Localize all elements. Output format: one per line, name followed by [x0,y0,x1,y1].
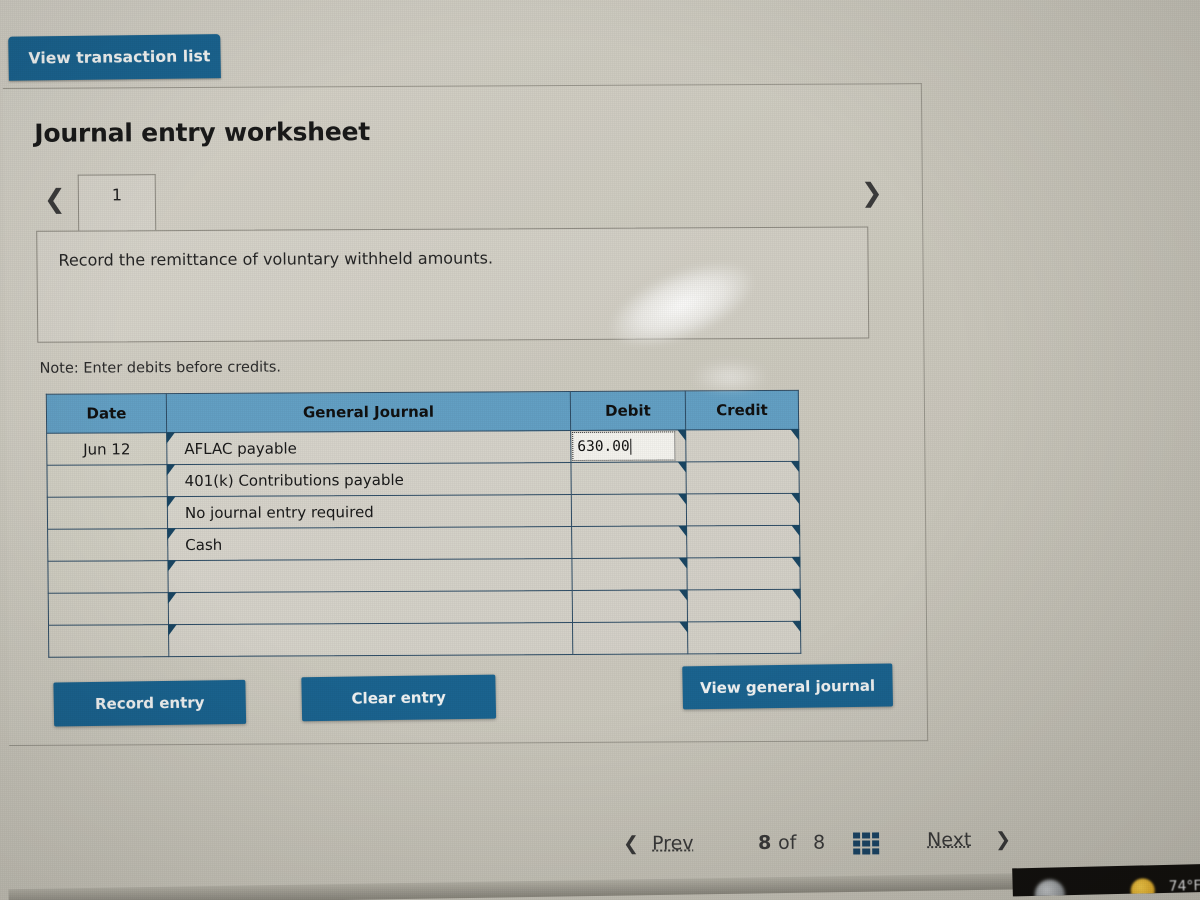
table-row: No journal entry required [47,493,800,530]
next-button[interactable]: Next [927,829,971,851]
cell-debit[interactable] [571,525,687,559]
view-transaction-list-label: View transaction list [28,47,211,68]
clear-entry-button[interactable]: Clear entry [301,674,497,722]
credit-picker-icon[interactable] [789,461,799,474]
prompt-text: Record the remittance of voluntary withh… [58,248,494,270]
note-text: Note: Enter debits before credits. [39,359,282,377]
current-page-number: 8 [758,831,772,855]
column-header-debit: Debit [570,390,686,431]
cell-account[interactable] [167,558,573,593]
cell-date[interactable] [47,528,168,562]
cell-date[interactable]: Jun 12 [46,432,167,466]
cell-date[interactable] [47,560,169,594]
table-row: Cash [47,525,800,562]
account-picker-icon[interactable] [166,464,176,477]
cell-account[interactable]: No journal entry required [167,494,572,529]
table-row [48,589,801,626]
chevron-right-icon[interactable]: ❯ [995,829,1011,851]
cell-date[interactable] [48,624,169,658]
page-of-label: of [778,831,797,854]
cell-credit[interactable] [685,429,799,462]
cell-account[interactable]: 401(k) Contributions payable [166,462,572,497]
credit-picker-icon[interactable] [791,621,801,634]
account-picker-icon[interactable] [168,624,178,637]
table-row: 401(k) Contributions payable [46,461,800,498]
screen-bottom-edge [8,873,1019,900]
cell-debit[interactable]: 630.00 [570,429,686,463]
chevron-left-icon[interactable]: ❮ [44,185,66,215]
cell-account-label: Cash [185,535,223,554]
view-general-journal-label: View general journal [700,676,876,697]
grid-3x3-icon[interactable] [853,832,880,855]
chevron-right-icon[interactable]: ❯ [861,178,883,208]
cell-debit[interactable] [571,557,688,591]
weather-cloud-icon [1034,879,1066,897]
table-row: Jun 12 AFLAC payable 630.00 [46,429,799,466]
credit-picker-icon[interactable] [790,493,800,506]
credit-picker-icon[interactable] [790,557,800,570]
worksheet-tabstrip: ❮ 1 ❯ [36,170,883,232]
photo-of-screen: View transaction list Journal entry work… [0,0,1200,900]
bottom-pagination: ❮ Prev 8 of 8 Next ❯ [613,823,1033,869]
cell-credit[interactable] [686,493,800,526]
column-header-date: Date [46,393,167,434]
page-title: Journal entry worksheet [34,117,371,148]
account-picker-icon[interactable] [167,560,177,573]
record-entry-label: Record entry [94,693,205,713]
debit-value: 630.00 [577,438,630,455]
cell-date[interactable] [48,592,169,626]
cell-credit[interactable] [687,589,801,622]
cell-account[interactable]: AFLAC payable [166,430,571,465]
table-header-row: Date General Journal Debit Credit [46,390,799,434]
cell-account-label: No journal entry required [184,502,374,522]
table-row [48,621,801,658]
prev-button[interactable]: Prev [652,832,694,854]
account-picker-icon[interactable] [166,432,176,445]
cell-credit[interactable] [686,557,801,590]
text-caret [630,438,632,455]
cell-account-label: AFLAC payable [184,438,297,458]
chevron-left-icon[interactable]: ❮ [623,833,639,855]
cell-debit[interactable] [572,621,688,655]
view-general-journal-button[interactable]: View general journal [682,663,894,710]
account-picker-icon[interactable] [167,496,177,509]
cell-credit[interactable] [686,525,800,558]
column-header-credit: Credit [685,390,799,430]
account-picker-icon[interactable] [168,592,178,605]
credit-picker-icon[interactable] [789,429,799,442]
cell-account[interactable] [168,622,573,657]
column-header-general-journal: General Journal [166,391,571,433]
weather-sun-icon [1130,878,1156,897]
cell-date[interactable] [47,496,168,530]
cell-date[interactable] [46,464,168,498]
temperature-label: 74°F [1168,878,1200,895]
total-pages-number: 8 [813,831,826,854]
taskbar-corner: 74°F [1012,863,1200,897]
cell-account[interactable]: Cash [167,526,572,561]
view-transaction-list-button[interactable]: View transaction list [8,34,221,81]
cell-credit[interactable] [687,621,801,654]
credit-picker-icon[interactable] [790,525,800,538]
worksheet-tab-1-label: 1 [111,185,123,205]
worksheet-tab-body: Record the remittance of voluntary withh… [36,226,870,343]
account-picker-icon[interactable] [167,528,177,541]
clear-entry-label: Clear entry [351,688,447,708]
table-row [47,557,801,594]
cell-debit[interactable] [572,589,688,623]
record-entry-button[interactable]: Record entry [53,679,247,727]
worksheet-tab-1[interactable]: 1 [77,174,157,231]
credit-picker-icon[interactable] [791,589,801,602]
cell-account-label: 401(k) Contributions payable [184,470,404,490]
cell-account[interactable] [168,590,573,625]
cell-credit[interactable] [685,461,800,494]
debit-input-focused[interactable]: 630.00 [572,431,676,462]
cell-debit[interactable] [570,461,687,495]
cell-debit[interactable] [571,493,687,527]
journal-entry-table: Date General Journal Debit Credit Jun 12… [46,390,802,658]
